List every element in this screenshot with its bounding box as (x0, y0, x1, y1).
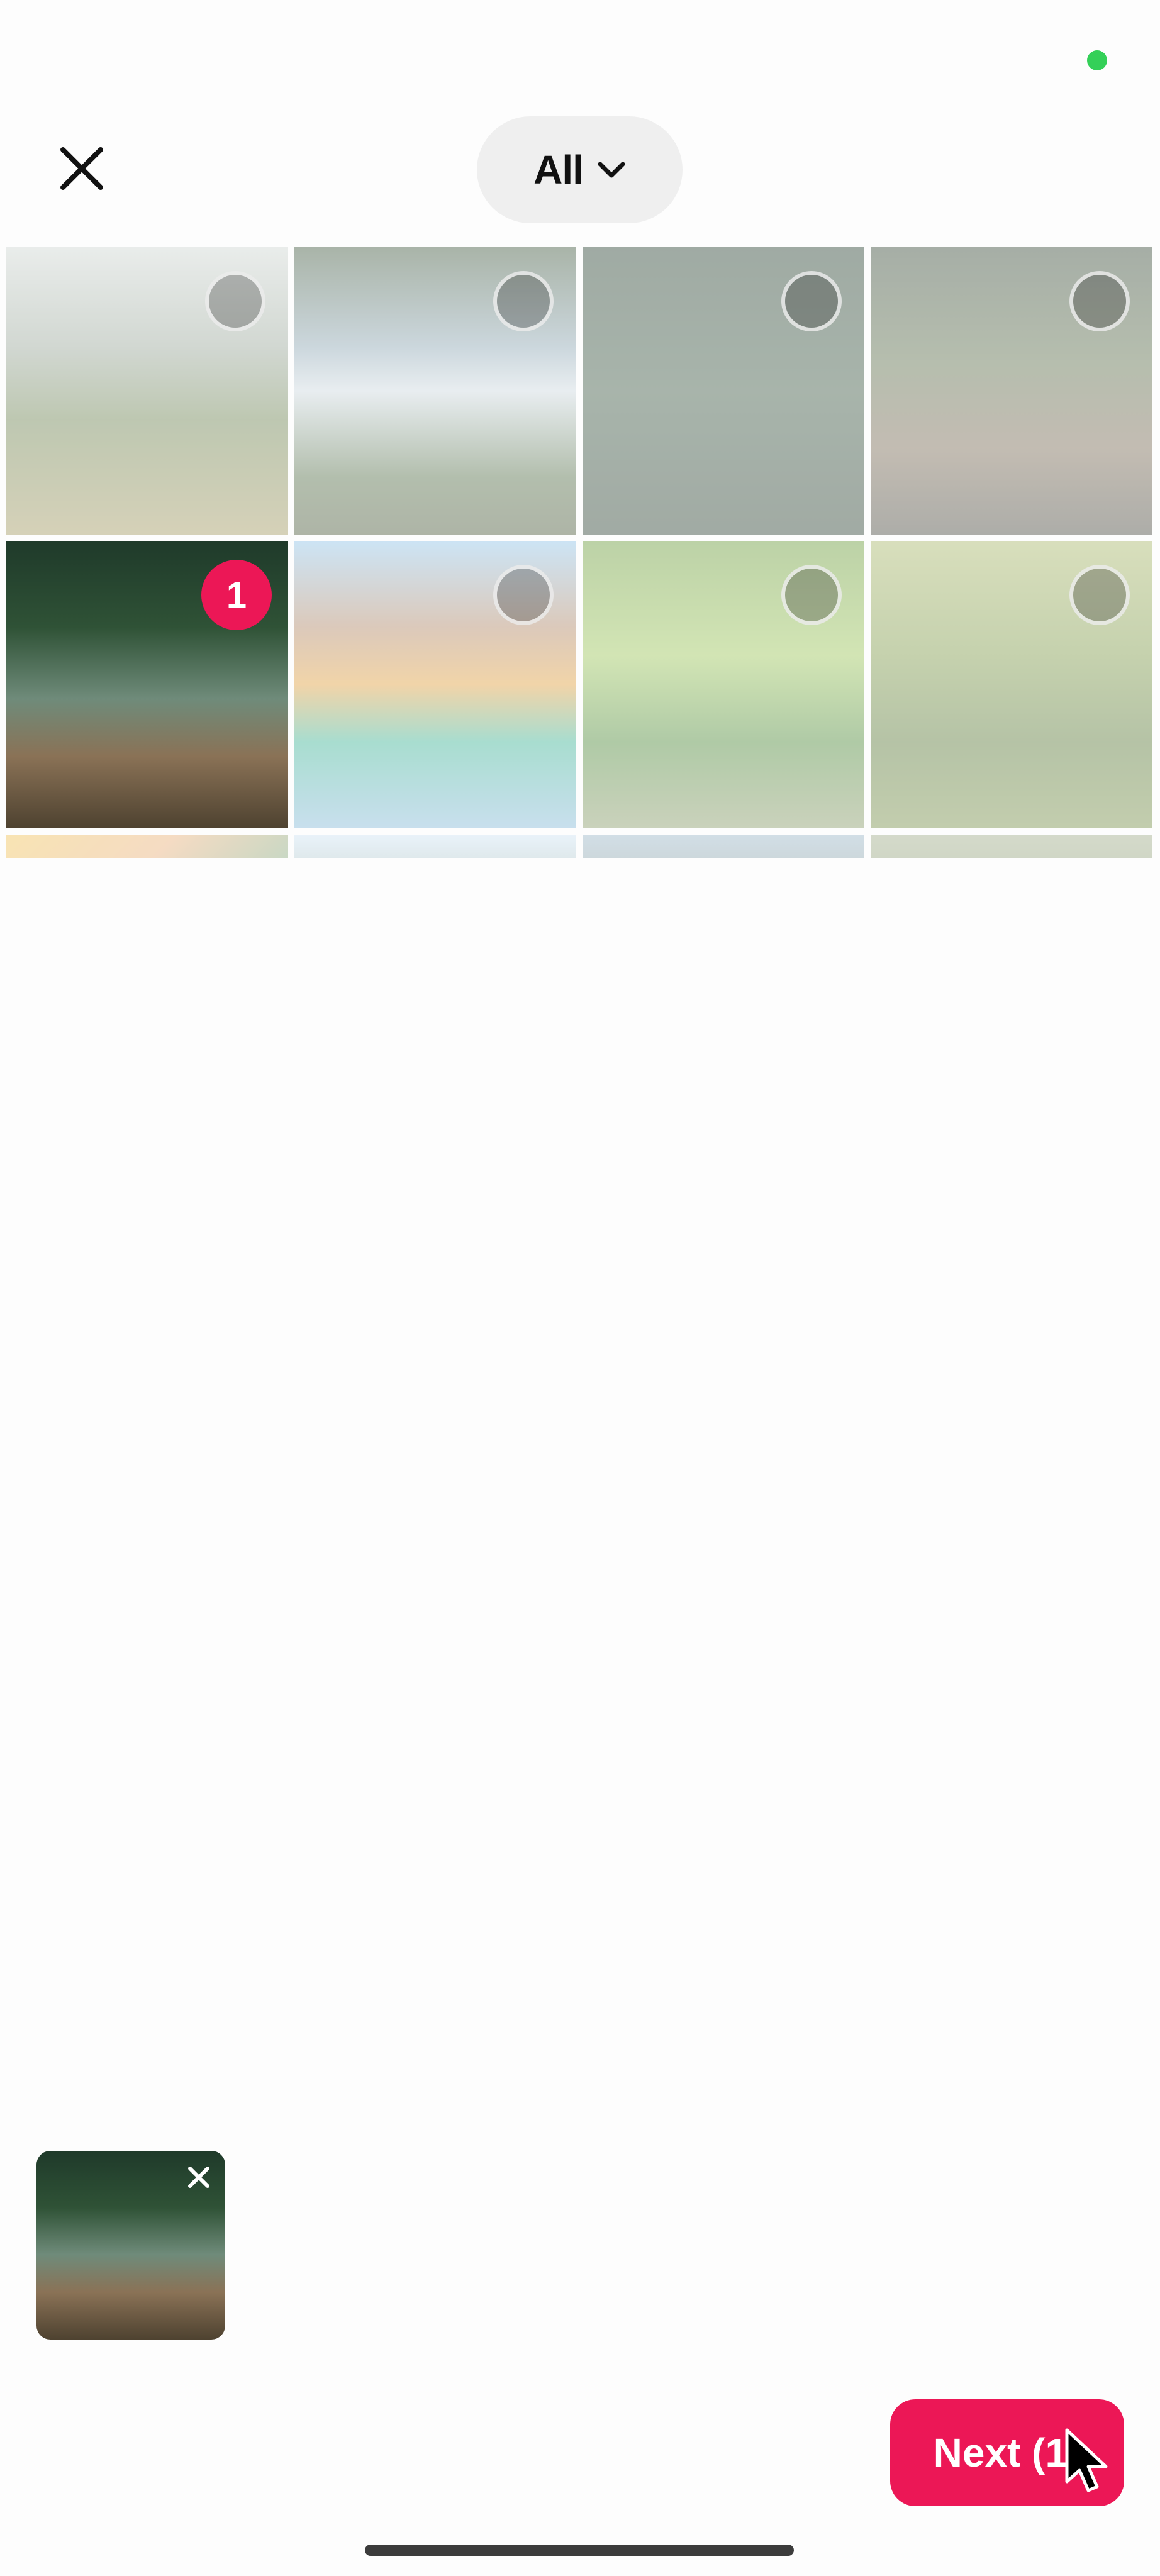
select-checkbox-circle[interactable] (781, 565, 842, 625)
photo-tile[interactable] (871, 247, 1152, 535)
selected-tray-item[interactable] (36, 2151, 225, 2340)
photo-tile[interactable] (6, 835, 288, 858)
photo-tile[interactable] (871, 541, 1152, 828)
chevron-down-icon (598, 162, 625, 178)
photo-thumbnail (6, 835, 288, 858)
photo-tile[interactable] (294, 835, 576, 858)
selection-order-badge[interactable]: 1 (201, 560, 272, 630)
close-icon (60, 147, 103, 190)
select-checkbox-circle[interactable] (205, 271, 265, 331)
select-checkbox-circle[interactable] (493, 565, 554, 625)
album-selector-dropdown[interactable]: All (477, 116, 683, 223)
next-button[interactable]: Next (1) (890, 2399, 1124, 2506)
album-selector-label: All (533, 147, 584, 192)
photo-thumbnail (294, 835, 576, 858)
photo-tile[interactable] (583, 835, 864, 858)
select-checkbox-circle[interactable] (1069, 271, 1130, 331)
close-button[interactable] (50, 137, 113, 200)
photo-thumbnail (871, 835, 1152, 858)
photo-tile[interactable] (583, 247, 864, 535)
close-icon (188, 2167, 209, 2188)
home-indicator[interactable] (365, 2545, 794, 2556)
photo-tile[interactable] (871, 835, 1152, 858)
select-checkbox-circle[interactable] (1069, 565, 1130, 625)
remove-selected-button[interactable] (179, 2157, 219, 2197)
photo-tile[interactable] (294, 247, 576, 535)
select-checkbox-circle[interactable] (781, 271, 842, 331)
photo-tile[interactable] (583, 541, 864, 828)
photo-grid: 1 (6, 247, 1152, 858)
photo-thumbnail (583, 835, 864, 858)
photo-grid-scroll[interactable]: 1 (0, 247, 1160, 858)
status-indicator-dot (1087, 50, 1107, 70)
photo-tile[interactable]: 1 (6, 541, 288, 828)
select-checkbox-circle[interactable] (493, 271, 554, 331)
photo-tile[interactable] (6, 247, 288, 535)
photo-tile[interactable] (294, 541, 576, 828)
